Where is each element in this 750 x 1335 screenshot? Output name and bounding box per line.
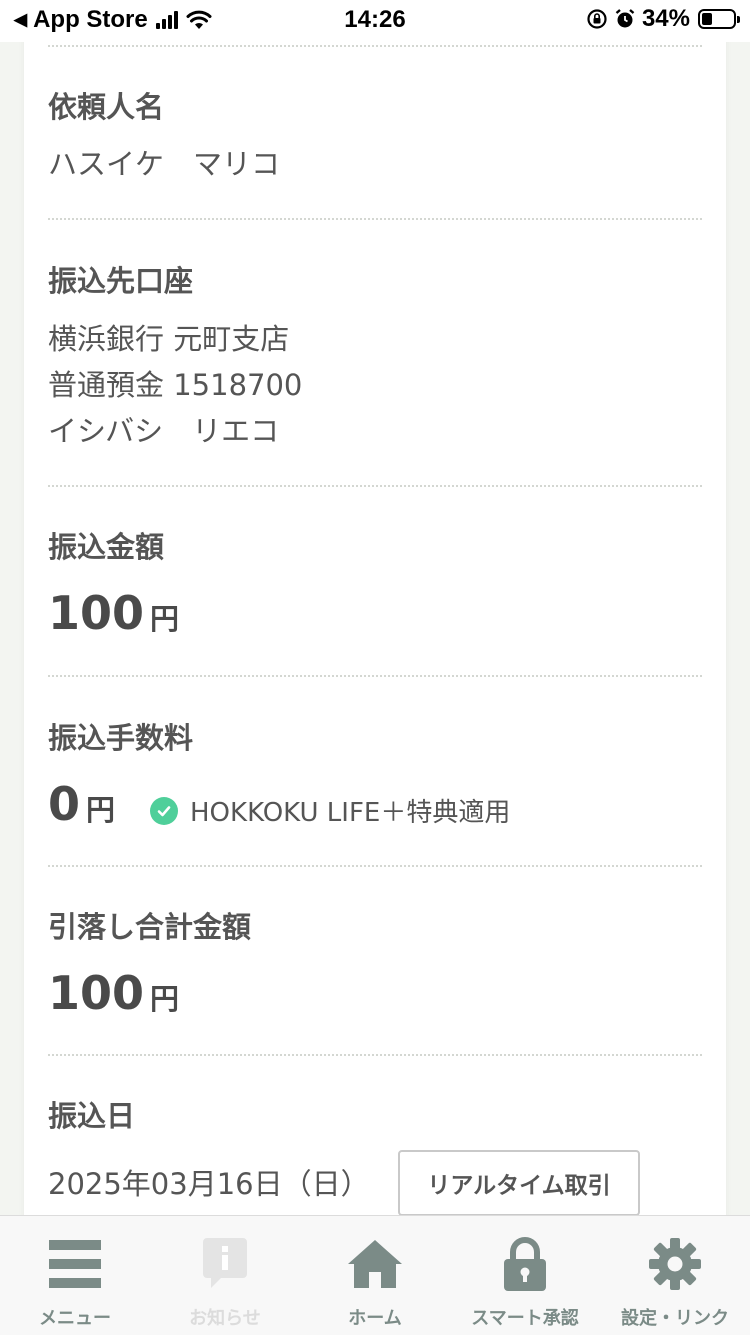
transfer-confirmation-card: 依頼人名 ハスイケ マリコ 振込先口座 横浜銀行 元町支店 普通預金 15187… (24, 0, 726, 1334)
tab-notifications-label: お知らせ (189, 1308, 261, 1329)
total-debit-unit: 円 (150, 982, 180, 1016)
destination-account-label: 振込先口座 (48, 264, 194, 298)
fee-benefit-note: HOKKOKU LIFE＋特典適用 (150, 792, 510, 829)
transfer-date-label: 振込日 (48, 1099, 136, 1133)
tab-home-label: ホーム (348, 1308, 402, 1329)
tab-bar: メニュー お知らせ ホーム スマート承認 設定・リンク (0, 1215, 750, 1335)
transfer-fee-number: 0 (48, 777, 81, 831)
battery-percent: 34% (641, 5, 690, 32)
transfer-fee-label: 振込手数料 (48, 721, 194, 755)
total-debit-number: 100 (48, 966, 145, 1020)
tab-settings-links-label: 設定・リンク (621, 1308, 729, 1329)
divider (48, 865, 702, 867)
tab-menu-label: メニュー (39, 1308, 111, 1329)
transfer-date-value: 2025年03月16日（日） (48, 1167, 370, 1201)
tab-settings-links[interactable]: 設定・リンク (600, 1216, 750, 1335)
divider (48, 675, 702, 677)
transfer-amount-unit: 円 (150, 602, 180, 636)
lock-icon (504, 1237, 546, 1291)
alarm-icon (615, 9, 635, 28)
transfer-amount-value: 100 円 (48, 586, 179, 640)
divider (48, 485, 702, 487)
home-icon (348, 1240, 402, 1288)
fee-benefit-text: HOKKOKU LIFE＋特典適用 (190, 798, 511, 828)
divider (48, 218, 702, 220)
status-bar: ◀ App Store 14:26 34% (0, 0, 750, 42)
info-icon (203, 1238, 247, 1288)
requester-value: ハスイケ マリコ (48, 147, 281, 181)
tab-notifications: お知らせ (150, 1216, 300, 1335)
transfer-fee-value: 0円 (48, 777, 115, 831)
total-debit-value: 100 円 (48, 966, 179, 1020)
tab-smart-approval-label: スマート承認 (471, 1308, 579, 1329)
transfer-amount-number: 100 (48, 586, 145, 640)
battery-icon (698, 9, 740, 29)
tab-smart-approval[interactable]: スマート承認 (450, 1216, 600, 1335)
check-circle-icon (150, 796, 178, 825)
destination-account-holder: イシバシ リエコ (48, 414, 280, 448)
tab-menu[interactable]: メニュー (0, 1216, 150, 1335)
destination-account-number: 普通預金 1518700 (48, 368, 303, 402)
gear-icon (649, 1238, 701, 1290)
requester-label: 依頼人名 (48, 90, 165, 124)
total-debit-label: 引落し合計金額 (48, 910, 252, 944)
realtime-transaction-button[interactable]: リアルタイム取引 (398, 1150, 640, 1216)
divider (48, 1054, 702, 1056)
destination-bank-branch: 横浜銀行 元町支店 (48, 322, 290, 356)
orientation-lock-icon (587, 9, 607, 29)
tab-home[interactable]: ホーム (300, 1216, 450, 1335)
divider (48, 45, 702, 47)
transfer-fee-unit: 円 (86, 793, 116, 827)
transfer-amount-label: 振込金額 (48, 530, 165, 564)
menu-icon (49, 1240, 101, 1288)
